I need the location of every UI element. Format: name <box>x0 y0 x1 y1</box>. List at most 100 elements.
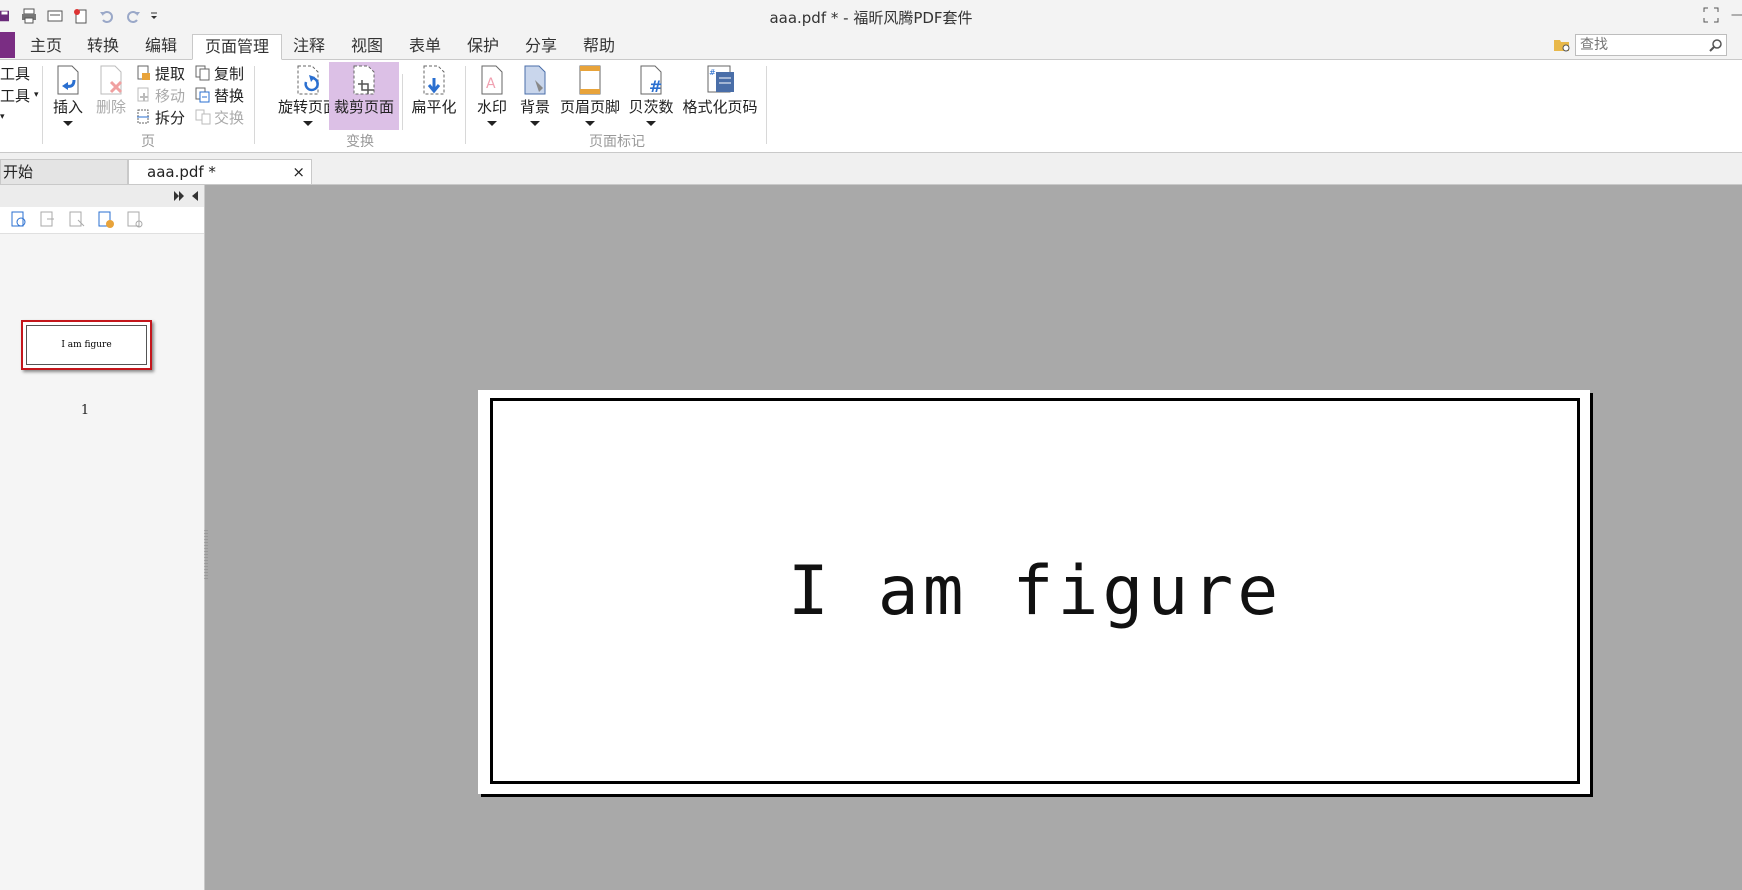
tab-home[interactable]: 主页 <box>20 34 72 58</box>
tab-convert[interactable]: 转换 <box>77 34 129 58</box>
copy-icon <box>195 65 210 81</box>
header-footer-label: 页眉页脚 <box>559 98 620 116</box>
window-title: aaa.pdf * - 福昕风腾PDF套件 <box>769 9 973 27</box>
crop-pages-button[interactable]: 裁剪页面 <box>329 62 399 130</box>
page-group-label: 页 <box>141 134 155 150</box>
copy-label: 复制 <box>214 64 245 83</box>
replace-icon <box>195 87 210 103</box>
delete-button[interactable]: 删除 <box>95 64 127 117</box>
header-footer-icon <box>579 65 601 95</box>
panel-header <box>0 185 204 207</box>
tab-share[interactable]: 分享 <box>515 34 567 58</box>
replace-button[interactable]: 替换 <box>195 84 244 106</box>
insert-page-small-icon[interactable] <box>39 211 57 229</box>
rotate-page-icon <box>297 65 319 95</box>
move-icon <box>137 87 149 102</box>
dropdown-arrow-icon <box>646 121 656 126</box>
ribbon-tab-row: 主页 转换 编辑 页面管理 注释 视图 表单 保护 分享 帮助 <box>0 32 1742 60</box>
page-frame: I am figure <box>490 398 1580 784</box>
transform-group-label: 变换 <box>346 134 374 150</box>
tool-label-1: 工具 <box>0 64 31 83</box>
split-icon <box>137 109 149 124</box>
tab-help[interactable]: 帮助 <box>573 34 625 58</box>
watermark-button[interactable]: A 水印 <box>476 64 508 126</box>
delete-page-small-icon[interactable] <box>68 211 86 229</box>
flatten-button[interactable]: 扁平化 <box>411 64 457 117</box>
flatten-label: 扁平化 <box>411 98 457 116</box>
thumbnail-text: I am figure <box>61 340 112 350</box>
dropdown-arrow-icon <box>585 121 595 126</box>
background-label: 背景 <box>519 98 550 116</box>
search-area <box>1553 34 1727 56</box>
page-marks-group-label: 页面标记 <box>589 134 645 150</box>
background-button[interactable]: 背景 <box>519 64 551 126</box>
expand-panel-icon[interactable] <box>173 190 185 202</box>
svg-text:#: # <box>709 68 716 77</box>
page-properties-icon[interactable] <box>97 211 115 229</box>
tab-comment[interactable]: 注释 <box>283 34 335 58</box>
group-separator <box>766 66 767 144</box>
dropdown-arrow-icon <box>487 121 497 126</box>
tool-button-2[interactable]: 工具 ▾ <box>0 84 39 106</box>
tab-page-management[interactable]: 页面管理 <box>192 34 282 60</box>
document-tab-bar: 开始 aaa.pdf * × <box>0 153 1742 185</box>
page-thumbnail[interactable]: I am figure <box>21 320 152 370</box>
document-page[interactable]: I am figure <box>478 390 1590 794</box>
crop-page-icon <box>353 65 375 95</box>
tab-edit[interactable]: 编辑 <box>135 34 187 58</box>
page-zoom-icon[interactable] <box>10 211 28 229</box>
move-label: 移动 <box>155 86 186 105</box>
search-icon[interactable] <box>1709 38 1723 52</box>
watermark-label: 水印 <box>476 98 507 116</box>
move-button[interactable]: 移动 <box>136 84 185 106</box>
title-bar: aaa.pdf * - 福昕风腾PDF套件 <box>0 0 1742 32</box>
tool-dropdown[interactable]: ▾ <box>0 106 5 128</box>
search-input[interactable] <box>1575 34 1727 56</box>
delete-label: 删除 <box>95 98 126 116</box>
bates-numbering-button[interactable]: # 贝茨数 <box>628 64 674 126</box>
crop-pages-label: 裁剪页面 <box>333 98 394 116</box>
collapse-panel-icon[interactable] <box>190 190 200 202</box>
format-page-number-label: 格式化页码 <box>682 98 758 116</box>
watermark-icon: A <box>481 65 503 95</box>
insert-label: 插入 <box>52 98 83 116</box>
minimize-icon[interactable] <box>1728 4 1742 26</box>
tab-form[interactable]: 表单 <box>399 34 451 58</box>
fullscreen-icon[interactable] <box>1694 4 1728 26</box>
extract-button[interactable]: 提取 <box>136 62 185 84</box>
split-button[interactable]: 拆分 <box>136 106 185 128</box>
page-options-icon[interactable] <box>126 211 144 229</box>
file-tab[interactable] <box>0 32 15 58</box>
folder-search-icon[interactable] <box>1553 37 1571 53</box>
swap-button[interactable]: 交换 <box>195 106 244 128</box>
window-controls <box>1694 4 1742 26</box>
svg-text:A: A <box>486 76 496 92</box>
inner-separator <box>402 74 403 130</box>
tab-view[interactable]: 视图 <box>341 34 393 58</box>
svg-text:#: # <box>649 77 662 96</box>
swap-icon <box>195 109 211 125</box>
panel-splitter[interactable] <box>204 530 208 580</box>
copy-button[interactable]: 复制 <box>195 62 244 84</box>
bates-number-icon: # <box>640 65 662 96</box>
flatten-icon <box>423 65 445 95</box>
format-page-number-button[interactable]: # 格式化页码 <box>682 64 758 117</box>
tab-start[interactable]: 开始 <box>0 159 128 184</box>
dropdown-arrow-icon: ▾ <box>34 90 39 100</box>
group-separator <box>254 66 255 144</box>
tab-aaa-pdf[interactable]: aaa.pdf * × <box>128 159 312 184</box>
tool-button-1[interactable]: 工具 <box>0 62 30 84</box>
tab-protect[interactable]: 保护 <box>457 34 509 58</box>
swap-label: 交换 <box>214 108 245 127</box>
delete-page-icon <box>100 65 123 95</box>
tab-aaa-pdf-label: aaa.pdf * <box>147 163 216 181</box>
replace-label: 替换 <box>214 86 245 105</box>
header-footer-button[interactable]: 页眉页脚 <box>559 64 621 126</box>
tool-label-2: 工具 <box>0 86 31 105</box>
thumbnail-toolbar <box>0 207 204 234</box>
extract-icon <box>137 65 150 80</box>
close-tab-icon[interactable]: × <box>292 160 305 185</box>
insert-button[interactable]: 插入 <box>52 64 84 126</box>
thumbnail-panel: I am figure 1 <box>0 185 205 890</box>
insert-page-icon <box>57 65 79 95</box>
